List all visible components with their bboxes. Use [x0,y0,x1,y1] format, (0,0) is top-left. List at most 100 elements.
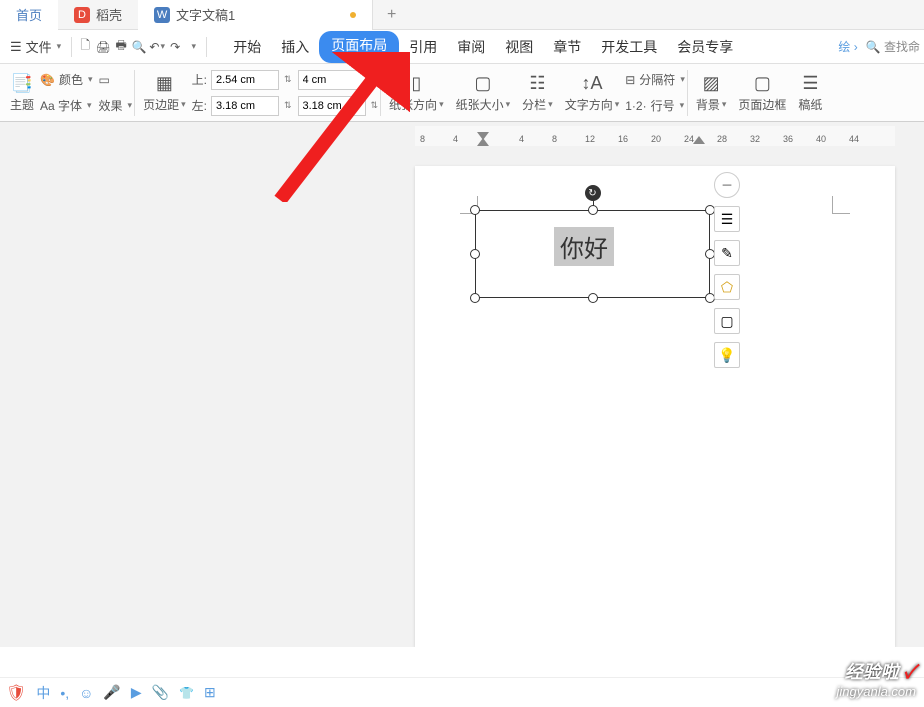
app-menu-button[interactable]: ☰ 文件 ▾ [4,34,67,59]
textdir-icon: ↕A [581,72,602,94]
textbox-text[interactable]: 你好 [554,227,614,266]
menu-bar: ☰ 文件 ▾ 🗋 🖨 🖶 🔍 ↶▾ ↷ ▾ 开始 插入 页面布局 引用 审阅 视… [0,30,924,64]
preview-button[interactable]: 🔍 [130,38,148,56]
face-icon[interactable]: ☺ [79,685,93,701]
palette-icon: 🎨 [40,73,55,87]
size-icon: ▢ [474,72,491,94]
document-page[interactable]: ↻ 你好 [415,166,895,647]
shadow-button[interactable]: ▢ [714,308,740,334]
theme-group[interactable]: 📑 主题 [4,64,40,121]
textdir-button[interactable]: ↕A 文字方向▾ [559,64,626,121]
right-indent-marker-icon[interactable] [693,134,707,148]
lineno-icon: 1·2· [625,99,646,113]
video-icon[interactable]: ▶ [131,684,142,701]
tab-page-layout[interactable]: 页面布局 [319,31,399,63]
paper-icon: ☰ [802,72,818,94]
tab-references[interactable]: 引用 [399,31,447,63]
margin-right-bot-input[interactable] [298,96,366,116]
paper-button[interactable]: ☰ 稿纸 [792,64,828,121]
new-tab-button[interactable]: + [373,0,410,30]
effects-button[interactable]: 💡 [714,342,740,368]
border-icon: ▢ [754,72,771,94]
lang-button[interactable]: 中 [36,683,50,703]
stepper-icon[interactable]: ⇅ [284,100,292,111]
print-button[interactable]: 🖶 [112,38,130,56]
style-button[interactable]: ✎ [714,240,740,266]
chevron-down-icon: ▾ [57,41,62,52]
tab-home[interactable]: 首页 [0,0,58,30]
fill-button[interactable]: ⬠ [714,274,740,300]
tab-bar: 首页 D 稻壳 W 文字文稿1 + [0,0,924,30]
rotate-handle[interactable]: ↻ [585,185,601,201]
shape-button[interactable]: ▭ [99,68,133,92]
clip-icon[interactable]: 📎 [152,684,169,701]
dot-icon[interactable]: •, [60,685,69,701]
doc-icon: W [154,7,170,23]
resize-handle-tc[interactable] [588,205,598,215]
redo-button[interactable]: ↷ [166,38,184,56]
new-doc-button[interactable]: 🗋 [76,38,94,56]
textbox[interactable]: ↻ 你好 [475,210,710,298]
border-button[interactable]: ▢ 页面边框 [732,64,792,121]
ruler-tick: 16 [618,134,628,144]
resize-handle-bc[interactable] [588,293,598,303]
ruler-tick: 36 [783,134,793,144]
separator [380,70,381,116]
font-button[interactable]: Aa 字体▾ [40,94,93,118]
more-qat-button[interactable]: ▾ [184,38,202,56]
resize-handle-tl[interactable] [470,205,480,215]
break-button[interactable]: ⊟分隔符▾ [625,68,685,92]
background-icon: ▨ [703,72,720,94]
color-button[interactable]: 🎨颜色▾ [40,68,93,92]
tab-review[interactable]: 审阅 [447,31,495,63]
ruler-tick: 32 [750,134,760,144]
stepper-icon[interactable]: ⇅ [284,74,292,85]
indent-marker-icon[interactable] [477,132,491,146]
tab-start[interactable]: 开始 [223,31,271,63]
tab-view[interactable]: 视图 [495,31,543,63]
orient-icon: ▯ [411,72,421,94]
corner-marker [832,196,850,214]
tab-developer[interactable]: 开发工具 [591,31,667,63]
ruler-tick: 8 [420,134,425,144]
mic-icon[interactable]: 🎤 [103,684,120,701]
ruler-horizontal[interactable]: 8448121620242832364044 [415,126,895,146]
tab-templates-label: 稻壳 [96,5,122,24]
tab-insert[interactable]: 插入 [271,31,319,63]
background-button[interactable]: ▨ 背景▾ [690,64,733,121]
shield-icon[interactable]: 🛡 [6,683,26,703]
columns-icon: ☷ [529,72,545,94]
save-button[interactable]: 🖨 [94,38,112,56]
ribbon: 📑 主题 🎨颜色▾ Aa 字体▾ ▭ 效果▾ ▦ 页边距▾ 上: ⇅ 左: ⇅ … [0,64,924,122]
margin-group[interactable]: ▦ 页边距▾ [137,64,192,121]
lineno-button[interactable]: 1·2·行号▾ [625,94,685,118]
ruler-tick: 20 [651,134,661,144]
grid-icon[interactable]: ⊞ [204,684,216,701]
avatar-icon[interactable]: 👕 [179,686,194,700]
ink-tool[interactable]: 绘 › [838,38,857,55]
layout-button[interactable]: ☰ [714,206,740,232]
margin-right-top-input[interactable] [298,70,366,90]
ruler-tick: 24 [684,134,694,144]
margin-top-input[interactable] [211,70,279,90]
tab-templates[interactable]: D 稻壳 [58,0,138,30]
shape-icon: ▭ [99,73,110,87]
ribbon-tabs: 开始 插入 页面布局 引用 审阅 视图 章节 开发工具 会员专享 [223,31,743,63]
undo-button[interactable]: ↶▾ [148,38,166,56]
separator [134,70,135,116]
margin-icon: ▦ [156,72,173,94]
separator [687,70,688,116]
size-button[interactable]: ▢ 纸张大小▾ [450,64,517,121]
tab-document[interactable]: W 文字文稿1 [138,0,373,30]
tab-section[interactable]: 章节 [543,31,591,63]
effect-button[interactable]: 效果▾ [99,94,133,118]
modified-dot-icon [350,12,356,18]
columns-button[interactable]: ☷ 分栏▾ [516,64,559,121]
search-button[interactable]: 🔍 查找命 [866,38,920,55]
resize-handle-bl[interactable] [470,293,480,303]
orient-button[interactable]: ▯ 纸张方向▾ [383,64,450,121]
margin-left-input[interactable] [211,96,279,116]
collapse-button[interactable]: − [714,172,740,198]
resize-handle-ml[interactable] [470,249,480,259]
tab-member[interactable]: 会员专享 [667,31,743,63]
